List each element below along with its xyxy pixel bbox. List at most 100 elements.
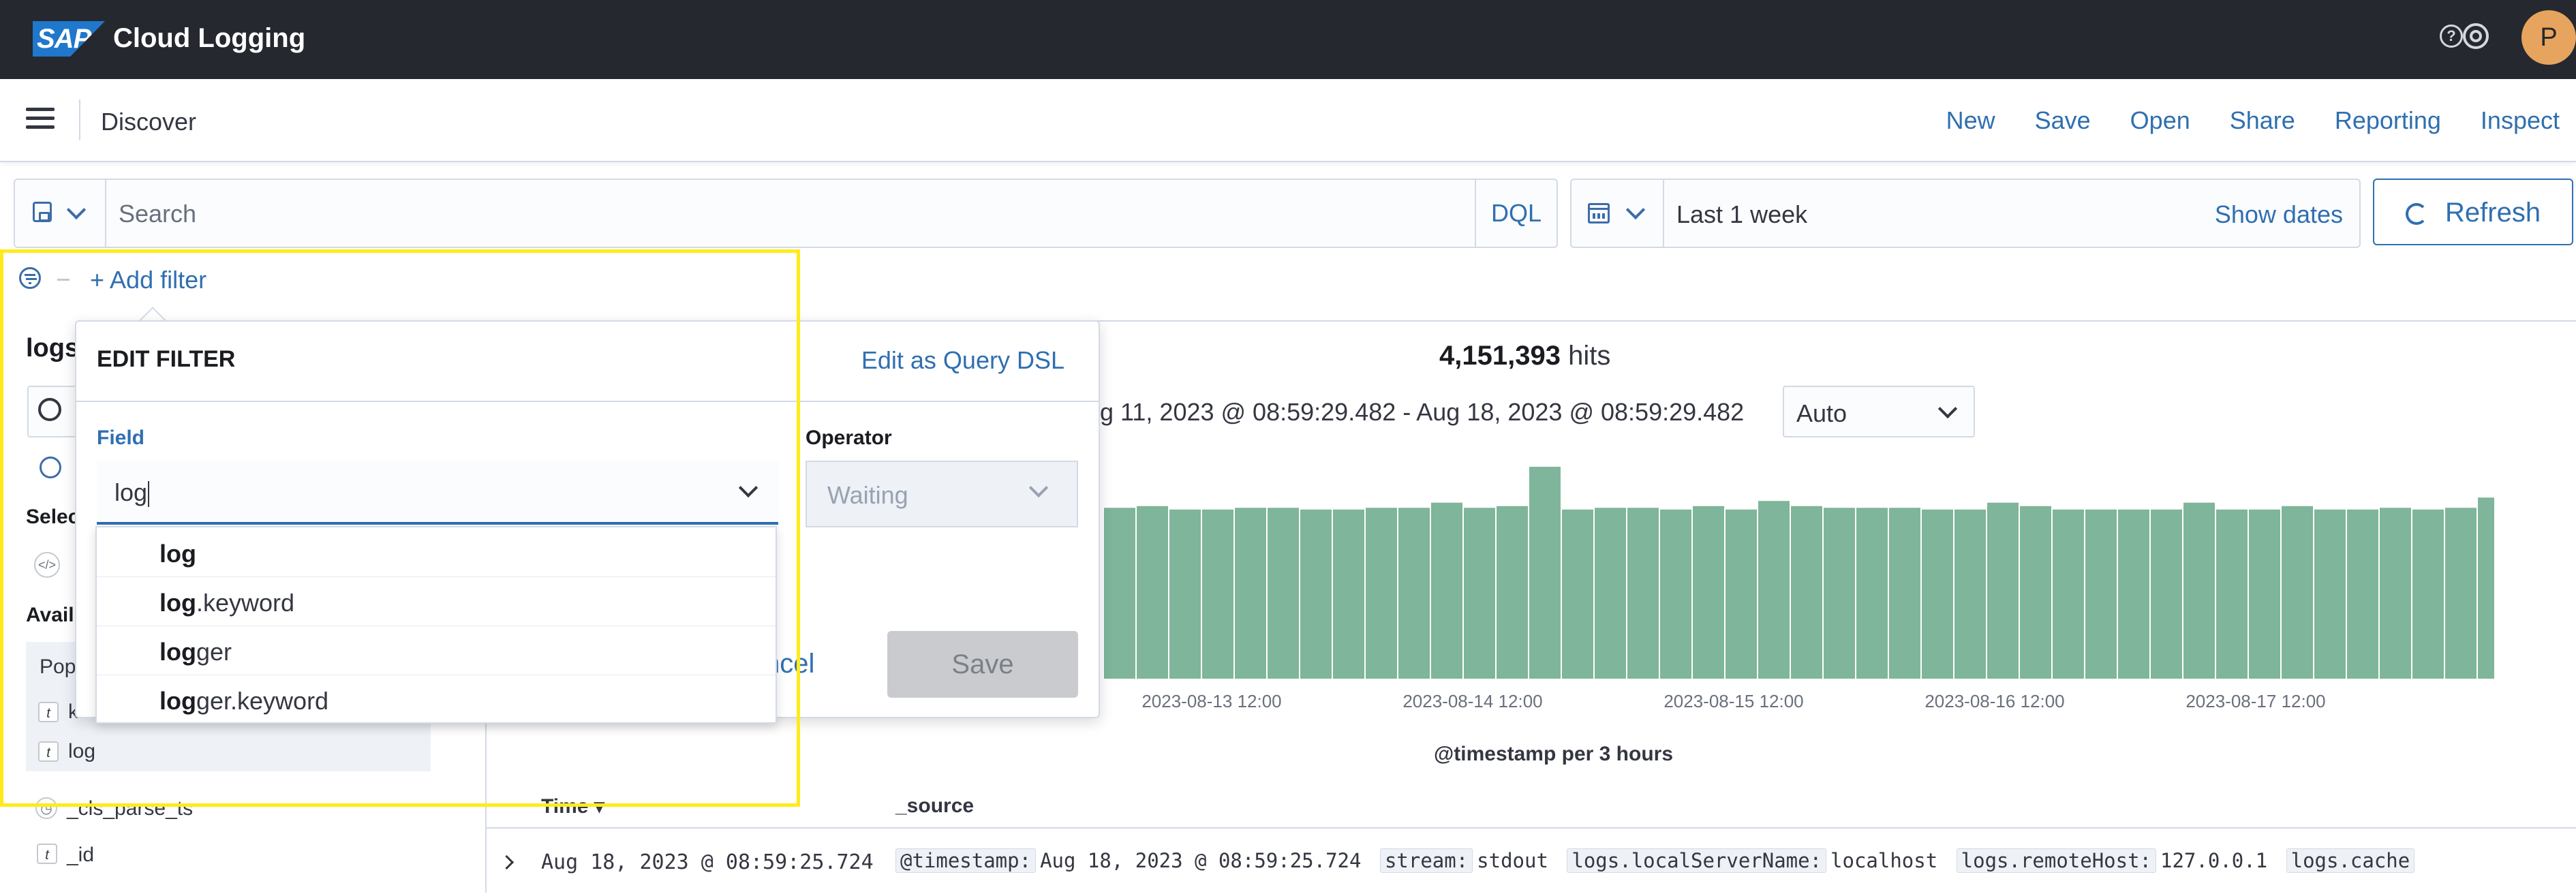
interval-value: Auto xyxy=(1796,399,1847,427)
histogram-bar[interactable] xyxy=(1693,506,1724,679)
histogram-bar[interactable] xyxy=(1104,508,1135,679)
x-axis-label: @timestamp per 3 hours xyxy=(1434,743,1674,765)
highlight-annotation xyxy=(0,249,800,807)
source-key: logs.cache xyxy=(2286,848,2415,873)
histogram-bar[interactable] xyxy=(1791,506,1822,679)
divider xyxy=(79,99,80,140)
histogram-bar[interactable] xyxy=(1366,508,1397,679)
saved-queries-button[interactable] xyxy=(15,180,106,247)
histogram-bar[interactable] xyxy=(1300,509,1332,679)
histogram-bar[interactable] xyxy=(2478,497,2494,679)
source-value: Aug 18, 2023 @ 08:59:25.724 xyxy=(1040,849,1362,872)
histogram-bar[interactable] xyxy=(1627,508,1659,679)
query-language-button[interactable]: DQL xyxy=(1475,180,1557,247)
x-tick-label: 2023-08-17 12:00 xyxy=(2186,691,2325,711)
source-column-header: _source xyxy=(895,795,975,817)
interval-select[interactable]: Auto xyxy=(1783,386,1975,437)
histogram-bar[interactable] xyxy=(1726,509,1757,679)
string-type-icon: t xyxy=(37,844,57,864)
histogram-bar[interactable] xyxy=(1824,508,1855,679)
histogram-bar[interactable] xyxy=(1856,508,1888,679)
source-key: logs.localServerName: xyxy=(1567,848,1827,873)
operator-select[interactable]: Waiting xyxy=(806,461,1078,527)
source-key: stream: xyxy=(1379,848,1473,873)
x-tick-label: 2023-08-14 12:00 xyxy=(1402,691,1542,711)
histogram-bar[interactable] xyxy=(1333,509,1364,679)
source-value: 127.0.0.1 xyxy=(2160,849,2268,872)
histogram-bar[interactable] xyxy=(2118,509,2149,679)
histogram-bar[interactable] xyxy=(1497,506,1528,679)
x-tick-label: 2023-08-15 12:00 xyxy=(1663,691,1803,711)
date-range-text[interactable]: Last 1 week xyxy=(1676,200,1807,229)
operator-value: Waiting xyxy=(827,481,908,509)
share-link[interactable]: Share xyxy=(2230,106,2295,135)
histogram-bar[interactable] xyxy=(1922,509,1953,679)
refresh-button[interactable]: Refresh xyxy=(2373,179,2573,245)
histogram-bar[interactable] xyxy=(2020,506,2051,679)
histogram-bar[interactable] xyxy=(1169,509,1201,679)
date-range-label: ug 11, 2023 @ 08:59:29.482 - Aug 18, 202… xyxy=(1086,398,1745,426)
histogram-bar[interactable] xyxy=(1562,509,1593,679)
open-link[interactable]: Open xyxy=(2130,106,2190,135)
hits-count: 4,151,393 hits xyxy=(1439,341,1611,371)
discover-header: Discover New Save Open Share Reporting I… xyxy=(0,79,2576,162)
histogram-bar[interactable] xyxy=(1398,508,1430,679)
histogram-bar[interactable] xyxy=(2380,508,2411,679)
histogram-chart[interactable]: 2023-08-13 12:00 2023-08-14 12:00 2023-08-… xyxy=(1077,450,2494,736)
chevron-down-icon xyxy=(1028,478,1049,498)
reporting-link[interactable]: Reporting xyxy=(2335,106,2441,135)
histogram-bar[interactable] xyxy=(1529,467,1561,679)
histogram-bar[interactable] xyxy=(2053,509,2084,679)
row-source: @timestamp: Aug 18, 2023 @ 08:59:25.724 s… xyxy=(895,848,2415,873)
histogram-bar[interactable] xyxy=(2282,506,2313,679)
edit-as-query-dsl-link[interactable]: Edit as Query DSL xyxy=(861,346,1064,375)
histogram-bar[interactable] xyxy=(2183,502,2215,679)
operator-label: Operator xyxy=(806,427,892,449)
help-icon[interactable]: ? xyxy=(2440,25,2463,48)
divider xyxy=(487,827,2576,829)
saved-query-icon xyxy=(33,202,52,222)
app-bar: SAP Cloud Logging ? P xyxy=(0,0,2576,79)
menu-icon[interactable] xyxy=(26,108,55,129)
histogram-bar[interactable] xyxy=(2347,509,2378,679)
inspect-link[interactable]: Inspect xyxy=(2481,106,2560,135)
histogram-bar[interactable] xyxy=(1137,506,1168,679)
histogram-bar[interactable] xyxy=(1987,502,2019,679)
top-nav: New Save Open Share Reporting Inspect xyxy=(1907,106,2560,135)
histogram-bar[interactable] xyxy=(1202,509,1233,679)
calendar-icon xyxy=(1588,203,1610,224)
histogram-bar[interactable] xyxy=(1431,502,1462,679)
new-link[interactable]: New xyxy=(1946,106,1995,135)
histogram-bar[interactable] xyxy=(2151,509,2182,679)
source-key: @timestamp: xyxy=(895,848,1037,873)
histogram-bar[interactable] xyxy=(1268,508,1299,679)
histogram-bar[interactable] xyxy=(2085,509,2117,679)
histogram-bar[interactable] xyxy=(2314,509,2346,679)
row-timestamp: Aug 18, 2023 @ 08:59:25.724 xyxy=(541,850,874,874)
support-icon[interactable] xyxy=(2463,23,2489,49)
avatar[interactable]: P xyxy=(2521,10,2576,65)
date-picker: Last 1 week Show dates xyxy=(1570,179,2361,248)
field-item[interactable]: _id xyxy=(67,844,94,867)
histogram-bar[interactable] xyxy=(1758,501,1790,679)
x-tick-label: 2023-08-13 12:00 xyxy=(1141,691,1281,711)
show-dates-link[interactable]: Show dates xyxy=(2215,200,2343,229)
refresh-icon xyxy=(2406,203,2427,225)
histogram-bar[interactable] xyxy=(1464,508,1495,679)
histogram-bar[interactable] xyxy=(2445,508,2477,679)
histogram-bar[interactable] xyxy=(2249,509,2280,679)
histogram-bar[interactable] xyxy=(1235,508,1266,679)
histogram-bar[interactable] xyxy=(1595,508,1626,679)
source-value: stdout xyxy=(1477,849,1548,872)
save-filter-button[interactable]: Save xyxy=(887,631,1078,698)
quick-date-button[interactable] xyxy=(1571,180,1664,247)
histogram-bar[interactable] xyxy=(1660,509,1691,679)
chevron-down-icon xyxy=(1937,399,1958,419)
histogram-bar[interactable] xyxy=(1954,509,1986,679)
search-input[interactable] xyxy=(117,195,1476,233)
histogram-bar[interactable] xyxy=(2216,509,2248,679)
histogram-bar[interactable] xyxy=(2412,509,2444,679)
histogram-bar[interactable] xyxy=(1889,508,1920,679)
save-link[interactable]: Save xyxy=(2035,106,2091,135)
refresh-label: Refresh xyxy=(2445,198,2541,228)
